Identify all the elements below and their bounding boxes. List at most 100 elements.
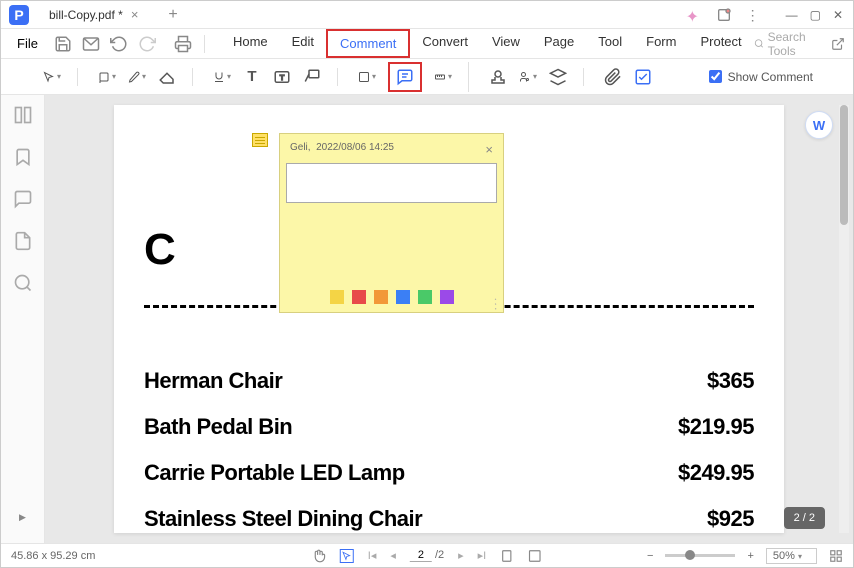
callout-tool[interactable]: [303, 68, 321, 86]
add-tab-button[interactable]: +: [158, 6, 187, 24]
zoom-slider[interactable]: [665, 554, 735, 557]
list-item: Carrie Portable LED Lamp$249.95: [144, 460, 754, 486]
tab-home[interactable]: Home: [221, 29, 280, 58]
tab-tool[interactable]: Tool: [586, 29, 634, 58]
tab-close-icon[interactable]: ×: [131, 7, 139, 22]
color-red[interactable]: [352, 290, 366, 304]
note-author: Geli,: [290, 142, 311, 153]
search-placeholder: Search Tools: [768, 30, 821, 58]
tab-protect[interactable]: Protect: [688, 29, 753, 58]
show-comment-label: Show Comment: [728, 70, 813, 84]
note-marker-icon[interactable]: [252, 133, 268, 147]
note-timestamp: 2022/08/06 14:25: [316, 142, 394, 153]
textbox-tool[interactable]: T: [273, 68, 291, 86]
color-orange[interactable]: [374, 290, 388, 304]
fit-width-icon[interactable]: [500, 549, 514, 563]
note-color-picker: [286, 290, 497, 306]
maximize-button[interactable]: ▢: [810, 8, 821, 22]
print-icon[interactable]: [174, 35, 192, 53]
pencil-tool[interactable]: [128, 68, 146, 86]
color-green[interactable]: [418, 290, 432, 304]
redo-icon[interactable]: [138, 35, 156, 53]
document-viewer[interactable]: Geli, 2022/08/06 14:25 × ⋰ Collection Li…: [45, 95, 853, 543]
stamp-tool[interactable]: [489, 68, 507, 86]
color-blue[interactable]: [396, 290, 410, 304]
attachments-panel-icon[interactable]: [13, 231, 33, 251]
signature-tool[interactable]: [519, 68, 537, 86]
hand-tool-icon[interactable]: [312, 549, 326, 563]
fullscreen-icon[interactable]: [829, 549, 843, 563]
window-controls: — ▢ ✕: [786, 8, 843, 22]
last-page-icon[interactable]: ▸I: [478, 549, 487, 562]
prev-page-icon[interactable]: ◂: [390, 549, 396, 562]
show-comment-toggle[interactable]: Show Comment: [709, 70, 843, 84]
mail-icon[interactable]: [82, 35, 100, 53]
sparkle-icon[interactable]: ✦: [686, 7, 702, 23]
file-menu[interactable]: File: [9, 32, 46, 55]
fit-page-icon[interactable]: [528, 549, 542, 563]
zoom-in-icon[interactable]: +: [747, 550, 753, 562]
tab-view[interactable]: View: [480, 29, 532, 58]
left-sidebar: ▶: [1, 95, 45, 543]
word-export-icon[interactable]: W: [805, 111, 833, 139]
document-page: Geli, 2022/08/06 14:25 × ⋰ Collection Li…: [114, 105, 784, 533]
scrollbar-thumb[interactable]: [840, 105, 848, 225]
tab-page[interactable]: Page: [532, 29, 586, 58]
comment-toolbar: T T Show Comment: [1, 59, 853, 95]
search-panel-icon[interactable]: [13, 273, 33, 293]
search-tools[interactable]: Search Tools: [754, 30, 821, 58]
measure-tool[interactable]: [434, 68, 452, 86]
tab-label: bill-Copy.pdf *: [49, 8, 123, 22]
close-button[interactable]: ✕: [833, 8, 843, 22]
underline-tool[interactable]: [213, 68, 231, 86]
list-item: Stainless Steel Dining Chair$925: [144, 506, 754, 532]
tab-convert[interactable]: Convert: [410, 29, 480, 58]
menubar: File Home Edit Comment Convert View Page…: [1, 29, 853, 59]
tab-edit[interactable]: Edit: [280, 29, 326, 58]
zoom-slider-thumb[interactable]: [685, 550, 695, 560]
note-tool[interactable]: [388, 62, 422, 92]
menu-tabs: Home Edit Comment Convert View Page Tool…: [221, 29, 754, 58]
highlight-tool[interactable]: [98, 68, 116, 86]
color-yellow[interactable]: [330, 290, 344, 304]
text-tool[interactable]: T: [243, 68, 261, 86]
document-tab[interactable]: bill-Copy.pdf * ×: [37, 3, 158, 26]
cursor-tool[interactable]: [43, 68, 61, 86]
first-page-icon[interactable]: I◂: [368, 549, 377, 562]
approve-tool[interactable]: [549, 68, 567, 86]
search-icon: [754, 37, 764, 50]
comments-panel-icon[interactable]: [13, 189, 33, 209]
page-input[interactable]: [410, 549, 432, 562]
svg-text:T: T: [280, 73, 285, 82]
note-textarea[interactable]: [286, 163, 497, 203]
attachment-tool[interactable]: [604, 68, 622, 86]
zoom-dropdown[interactable]: 50% ▾: [766, 548, 817, 564]
item-list: Herman Chair$365 Bath Pedal Bin$219.95 C…: [144, 368, 754, 532]
statusbar: 45.86 x 95.29 cm I◂ ◂ /2 ▸ ▸I − + 50% ▾: [1, 543, 853, 567]
app-icon: P: [9, 5, 29, 25]
note-popup[interactable]: Geli, 2022/08/06 14:25 × ⋰: [279, 133, 504, 313]
content-area: ▶ Geli, 2022/08/06 14:25 × ⋰: [1, 95, 853, 543]
undo-icon[interactable]: [110, 35, 128, 53]
note-close-icon[interactable]: ×: [485, 142, 493, 157]
expand-sidebar-icon[interactable]: ▶: [19, 512, 26, 523]
next-page-icon[interactable]: ▸: [458, 549, 464, 562]
minimize-button[interactable]: —: [786, 8, 798, 22]
tab-comment[interactable]: Comment: [326, 29, 410, 58]
select-tool-icon[interactable]: [340, 549, 354, 563]
tab-form[interactable]: Form: [634, 29, 688, 58]
kebab-menu-icon[interactable]: ⋮: [746, 7, 762, 23]
save-icon[interactable]: [54, 35, 72, 53]
color-purple[interactable]: [440, 290, 454, 304]
notification-icon[interactable]: [716, 7, 732, 23]
shape-tool[interactable]: [358, 68, 376, 86]
thumbnails-icon[interactable]: [13, 105, 33, 125]
show-comment-checkbox[interactable]: [709, 70, 722, 83]
eraser-tool[interactable]: [158, 68, 176, 86]
comment-list-tool[interactable]: [634, 68, 652, 86]
list-item: Bath Pedal Bin$219.95: [144, 414, 754, 440]
zoom-out-icon[interactable]: −: [647, 550, 653, 562]
vertical-scrollbar[interactable]: [839, 105, 849, 533]
share-icon[interactable]: [831, 35, 845, 53]
bookmark-icon[interactable]: [13, 147, 33, 167]
